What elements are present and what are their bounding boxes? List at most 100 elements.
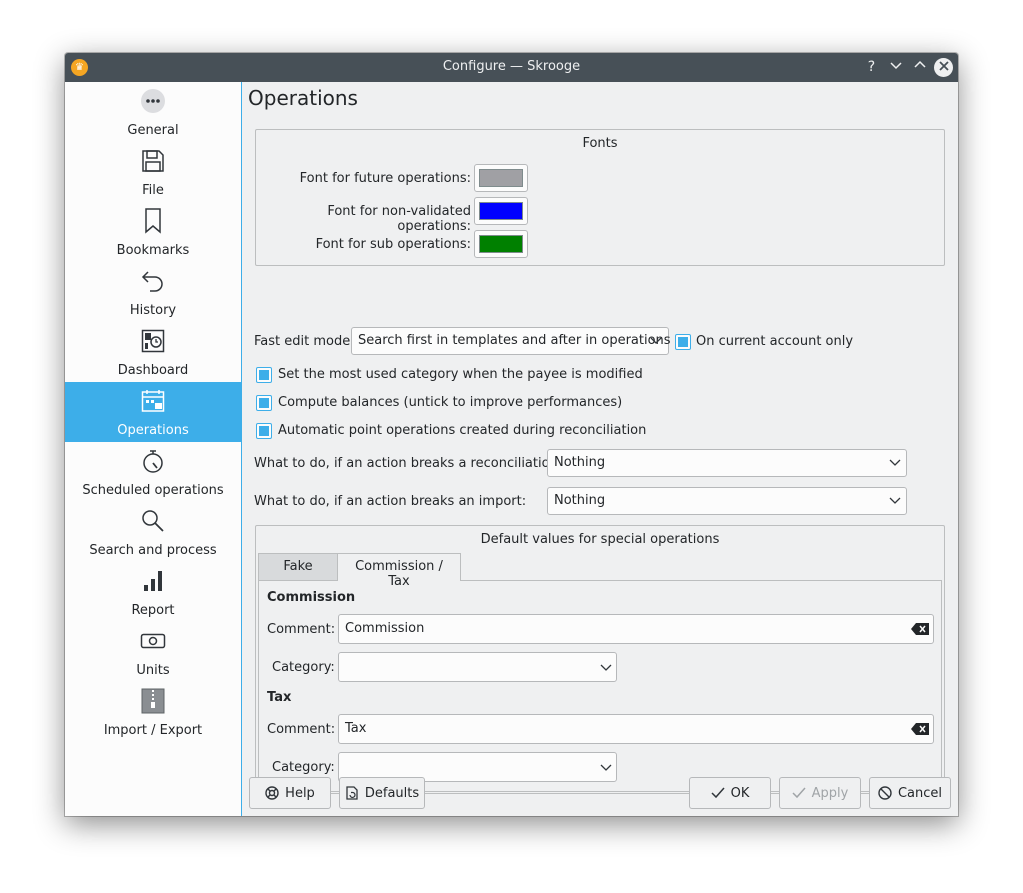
apply-button-label: Apply bbox=[811, 785, 849, 801]
import-value: Nothing bbox=[554, 493, 606, 508]
more-icon bbox=[140, 88, 166, 114]
chevron-down-icon bbox=[650, 337, 662, 344]
sidebar-item-report[interactable]: Report bbox=[65, 562, 241, 622]
tax-category-label: Category: bbox=[272, 760, 335, 775]
sidebar-item-file[interactable]: File bbox=[65, 142, 241, 202]
chevron-down-icon bbox=[889, 497, 901, 504]
sub-font-button[interactable] bbox=[474, 230, 528, 258]
import-label: What to do, if an action breaks an impor… bbox=[254, 494, 527, 509]
undo-icon bbox=[140, 268, 166, 294]
tax-heading: Tax bbox=[267, 690, 292, 705]
chevron-down-icon bbox=[889, 62, 902, 70]
default-values-group: Default values for special operations Fa… bbox=[255, 525, 945, 794]
sidebar-item-label: Units bbox=[136, 663, 170, 678]
defaults-button[interactable]: Defaults bbox=[339, 777, 425, 809]
bookmark-icon bbox=[140, 208, 166, 234]
auto-point-checkbox[interactable] bbox=[256, 423, 272, 439]
lifebuoy-icon bbox=[265, 786, 279, 800]
tax-comment-value: Tax bbox=[345, 721, 367, 736]
minimize-button[interactable] bbox=[886, 58, 905, 77]
sidebar-item-label: Search and process bbox=[89, 543, 217, 558]
cancel-button[interactable]: Cancel bbox=[869, 777, 951, 809]
sidebar-item-label: Report bbox=[131, 603, 175, 618]
bar-chart-icon bbox=[140, 568, 166, 594]
sidebar-item-dashboard[interactable]: Dashboard bbox=[65, 322, 241, 382]
sidebar-item-general[interactable]: General bbox=[65, 82, 241, 142]
title-bar[interactable]: ♛ Configure — Skrooge ? bbox=[65, 53, 958, 82]
sidebar-item-scheduled-operations[interactable]: Scheduled operations bbox=[65, 442, 241, 502]
ok-button[interactable]: OK bbox=[689, 777, 771, 809]
future-font-button[interactable] bbox=[474, 164, 528, 192]
nonvalidated-font-button[interactable] bbox=[474, 197, 528, 225]
fast-edit-value: Search first in templates and after in o… bbox=[358, 333, 671, 348]
color-swatch bbox=[479, 235, 523, 253]
calendar-icon bbox=[140, 388, 166, 414]
most-used-category-label: Set the most used category when the paye… bbox=[278, 367, 643, 382]
sidebar-item-operations[interactable]: Operations bbox=[65, 382, 241, 442]
money-icon bbox=[140, 628, 166, 654]
apply-button[interactable]: Apply bbox=[779, 777, 861, 809]
sidebar-item-import-export[interactable]: Import / Export bbox=[65, 682, 241, 742]
chevron-down-icon bbox=[600, 764, 612, 771]
default-values-title: Default values for special operations bbox=[480, 532, 720, 547]
commission-heading: Commission bbox=[267, 590, 356, 605]
sidebar-item-label: General bbox=[127, 123, 179, 138]
search-icon bbox=[140, 508, 166, 534]
commission-comment-input[interactable]: Commission bbox=[338, 614, 934, 644]
sidebar-item-label: File bbox=[142, 183, 164, 198]
commission-category-combo[interactable] bbox=[338, 652, 617, 682]
current-account-checkbox[interactable] bbox=[675, 334, 691, 350]
fonts-group: Fonts Font for future operations: Font f… bbox=[255, 129, 945, 266]
reconciliation-value: Nothing bbox=[554, 455, 606, 470]
color-swatch bbox=[479, 169, 523, 187]
tab-commission-tax[interactable]: Commission / Tax bbox=[337, 553, 461, 589]
chevron-up-icon bbox=[913, 60, 926, 68]
maximize-button[interactable] bbox=[910, 58, 929, 77]
checkmark-icon bbox=[792, 786, 806, 800]
current-account-label: On current account only bbox=[696, 334, 854, 349]
commission-comment-label: Comment: bbox=[267, 622, 336, 637]
page-title: Operations bbox=[248, 86, 358, 110]
timer-icon bbox=[140, 448, 166, 474]
sidebar-item-units[interactable]: Units bbox=[65, 622, 241, 682]
import-combo[interactable]: Nothing bbox=[547, 487, 907, 515]
compute-balances-checkbox[interactable] bbox=[256, 395, 272, 411]
sidebar-item-label: History bbox=[129, 303, 177, 318]
defaults-button-label: Defaults bbox=[364, 785, 420, 801]
auto-point-label: Automatic point operations created durin… bbox=[278, 423, 647, 438]
category-sidebar: General File Bookmarks History Dashboard bbox=[65, 82, 242, 816]
most-used-category-checkbox[interactable] bbox=[256, 367, 272, 383]
compute-balances-label: Compute balances (untick to improve perf… bbox=[278, 395, 623, 410]
fast-edit-combo[interactable]: Search first in templates and after in o… bbox=[351, 327, 671, 355]
reconciliation-combo[interactable]: Nothing bbox=[547, 449, 907, 477]
clear-text-icon[interactable] bbox=[911, 623, 929, 635]
future-font-label: Font for future operations: bbox=[299, 171, 471, 186]
sidebar-item-history[interactable]: History bbox=[65, 262, 241, 322]
settings-page: Operations Fonts Font for future operati… bbox=[243, 82, 958, 816]
sidebar-item-bookmarks[interactable]: Bookmarks bbox=[65, 202, 241, 262]
help-titlebar-button[interactable]: ? bbox=[862, 58, 881, 77]
tax-comment-input[interactable]: Tax bbox=[338, 714, 934, 744]
cancel-icon bbox=[878, 786, 892, 800]
document-revert-icon bbox=[345, 786, 359, 800]
sidebar-item-label: Bookmarks bbox=[116, 243, 190, 258]
help-button-label: Help bbox=[285, 785, 315, 801]
sidebar-item-label: Operations bbox=[117, 423, 189, 438]
fast-edit-label: Fast edit mode: bbox=[254, 334, 355, 349]
sub-font-label: Font for sub operations: bbox=[315, 237, 471, 252]
color-swatch bbox=[479, 202, 523, 220]
commission-category-label: Category: bbox=[272, 660, 335, 675]
close-button[interactable] bbox=[934, 58, 953, 77]
sidebar-item-label: Import / Export bbox=[103, 723, 203, 738]
chevron-down-icon bbox=[600, 664, 612, 671]
tab-fake[interactable]: Fake bbox=[258, 553, 338, 581]
commission-tax-panel: Commission Comment: Commission Category:… bbox=[258, 580, 942, 792]
help-button[interactable]: Help bbox=[249, 777, 331, 809]
clear-text-icon[interactable] bbox=[911, 723, 929, 735]
sidebar-item-search-and-process[interactable]: Search and process bbox=[65, 502, 241, 562]
close-icon bbox=[938, 61, 949, 71]
sidebar-item-label: Dashboard bbox=[117, 363, 189, 378]
fonts-group-title: Fonts bbox=[582, 136, 618, 151]
cancel-button-label: Cancel bbox=[897, 785, 943, 801]
checkmark-icon bbox=[711, 786, 725, 800]
